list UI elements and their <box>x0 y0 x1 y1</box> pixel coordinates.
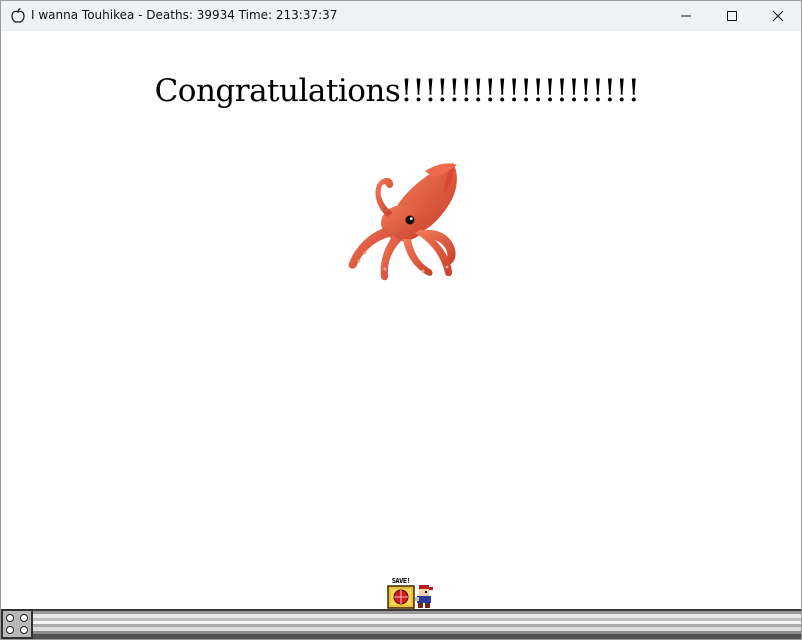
bolt-icon <box>6 614 14 622</box>
save-point-icon <box>387 585 415 609</box>
game-canvas[interactable]: Congratulations!!!!!!!!!!!!!!!!!!!! SAVE… <box>1 31 801 639</box>
floor-platform <box>1 609 801 639</box>
minimize-button[interactable] <box>663 1 709 31</box>
save-point[interactable]: SAVE! <box>387 577 415 609</box>
floor-plate <box>1 609 33 639</box>
close-icon <box>772 7 784 26</box>
maximize-button[interactable] <box>709 1 755 31</box>
minimize-icon <box>680 7 692 26</box>
apple-outline-icon <box>9 7 27 25</box>
window-title: I wanna Touhikea - Deaths: 39934 Time: 2… <box>31 8 338 22</box>
squid-emoji <box>348 163 457 281</box>
game-window: I wanna Touhikea - Deaths: 39934 Time: 2… <box>0 0 802 640</box>
bolt-icon <box>20 614 28 622</box>
close-button[interactable] <box>755 1 801 31</box>
maximize-icon <box>726 7 738 26</box>
congratulations-message: Congratulations!!!!!!!!!!!!!!!!!!!! <box>154 73 640 109</box>
the-kid-sprite <box>415 585 433 608</box>
bolt-icon <box>20 626 28 634</box>
title-bar[interactable]: I wanna Touhikea - Deaths: 39934 Time: 2… <box>1 1 801 31</box>
bolt-icon <box>6 626 14 634</box>
